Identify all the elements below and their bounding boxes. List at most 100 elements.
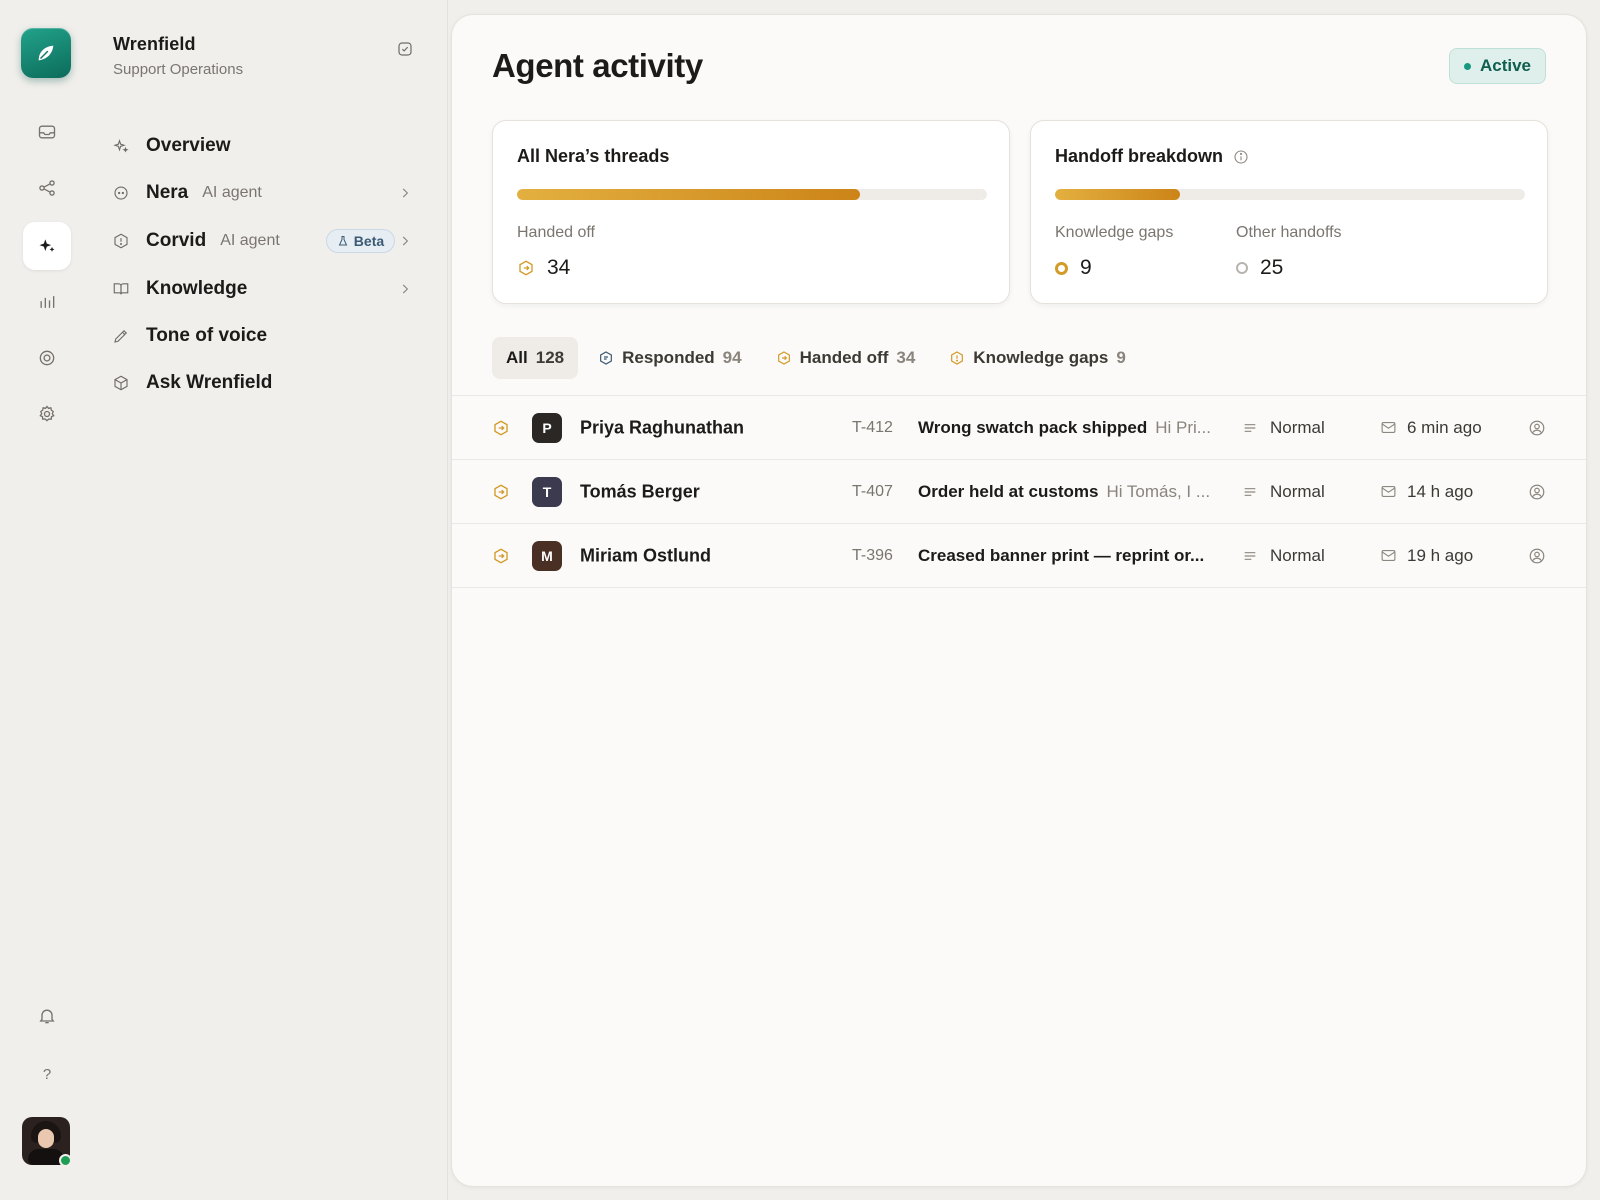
mail-icon	[1381, 485, 1396, 498]
knowledge-gaps-value: 9	[1080, 256, 1092, 279]
sidebar-item-knowledge[interactable]: Knowledge	[112, 274, 412, 304]
handoff-progress-fill	[1055, 189, 1180, 200]
threads-progress-bar	[517, 189, 987, 200]
tab-label: Knowledge gaps	[973, 348, 1109, 367]
checkbox-icon[interactable]	[396, 40, 414, 58]
ticket-subject: Wrong swatch pack shipped Hi Pri...	[918, 418, 1218, 438]
preview-text: Hi Tomás, I ...	[1106, 481, 1211, 501]
customer-name: Tomás Berger	[580, 481, 700, 501]
sidebar: Wrenfield Support Operations Overview Ne…	[94, 0, 448, 1200]
sidebar-item-ask-wrenfield[interactable]: Ask Wrenfield	[112, 368, 412, 398]
workspace-subtitle: Support Operations	[113, 61, 244, 78]
beta-label: Beta	[353, 233, 385, 249]
target-icon	[39, 350, 55, 366]
sidebar-item-tone-of-voice[interactable]: Tone of voice	[112, 321, 412, 351]
chevron-right-icon[interactable]	[398, 282, 412, 296]
help-icon: ?	[42, 1065, 52, 1083]
leaf-icon	[38, 45, 54, 61]
customer-avatar: M	[532, 540, 562, 571]
tab-label: Handed off	[799, 348, 889, 367]
other-handoffs-stat: 25	[1236, 256, 1283, 280]
mail-icon	[1381, 549, 1396, 562]
inbox-icon	[38, 125, 56, 139]
book-icon	[112, 280, 130, 298]
assignee-icon[interactable]	[1528, 419, 1546, 437]
filter-tabs: All 128 Responded 94 Handed off 34 Knowl…	[492, 337, 1146, 379]
tab-all[interactable]: All 128	[492, 337, 579, 379]
rail-inbox-button[interactable]	[23, 108, 71, 156]
sidebar-item-label: Overview	[146, 135, 231, 156]
handoff-progress-bar	[1055, 189, 1525, 200]
icon-rail: ?	[0, 0, 94, 1200]
rail-ai-button[interactable]	[23, 222, 71, 270]
status-label: Active	[1479, 56, 1531, 75]
preview-text: Hi Pri...	[1155, 417, 1211, 437]
assignee-icon[interactable]	[1528, 547, 1546, 565]
customer-avatar: P	[532, 412, 562, 443]
sidebar-item-nera[interactable]: Nera AI agent	[112, 178, 412, 208]
sidebar-item-overview[interactable]: Overview	[112, 131, 412, 161]
chevron-right-icon[interactable]	[398, 186, 412, 200]
other-handoffs-value: 25	[1260, 256, 1284, 279]
bot-icon	[112, 184, 130, 202]
tab-responded[interactable]: Responded 94	[584, 337, 755, 379]
subject-text: Creased banner print — reprint or...	[918, 545, 1205, 565]
handoff-breakdown-card[interactable]: Handoff breakdown Knowledge gaps 9 Other…	[1030, 120, 1548, 304]
handed-off-stat: 34	[517, 256, 570, 280]
sidebar-item-label: Nera	[146, 182, 189, 203]
user-avatar[interactable]	[22, 1117, 72, 1167]
tab-knowledge-gaps[interactable]: Knowledge gaps 9	[935, 337, 1140, 379]
shield-icon	[112, 232, 130, 250]
page-title: Agent activity	[492, 47, 703, 84]
handoff-hex-icon	[494, 419, 508, 436]
info-icon[interactable]	[1233, 149, 1249, 165]
cube-icon	[112, 374, 130, 392]
assignee-icon[interactable]	[1528, 483, 1546, 501]
threads-progress-fill	[517, 189, 861, 200]
sparkle-icon	[112, 137, 130, 155]
app-logo[interactable]	[21, 28, 71, 78]
chevron-right-icon[interactable]	[398, 234, 412, 248]
subject-text: Wrong swatch pack shipped	[918, 417, 1148, 437]
status-badge[interactable]: Active	[1448, 48, 1546, 84]
rail-goals-button[interactable]	[23, 334, 71, 382]
time-label: 19 h ago	[1407, 545, 1474, 565]
subject-text: Order held at customs	[918, 481, 1099, 501]
rail-help-button[interactable]: ?	[23, 1050, 71, 1098]
sidebar-item-sublabel: AI agent	[220, 232, 280, 249]
sidebar-item-corvid[interactable]: Corvid AI agent Beta	[112, 226, 412, 256]
handoff-hex-icon	[519, 260, 533, 276]
ticket-id: T-412	[852, 418, 893, 436]
rail-notifications-button[interactable]	[23, 992, 71, 1040]
table-row[interactable]: P Priya Raghunathan T-412 Wrong swatch p…	[452, 396, 1586, 460]
sidebar-item-sublabel: AI agent	[202, 184, 262, 201]
priority: Normal	[1242, 418, 1325, 438]
table-row[interactable]: T Tomás Berger T-407 Order held at custo…	[452, 460, 1586, 524]
flask-icon	[338, 236, 348, 246]
share-icon	[39, 180, 55, 196]
threads-card[interactable]: All Nera’s threads Handed off 34	[492, 120, 1010, 304]
responded-hex-icon	[600, 351, 613, 365]
workspace-name[interactable]: Wrenfield	[113, 34, 196, 55]
card-title: Handoff breakdown	[1055, 146, 1224, 166]
thread-list: P Priya Raghunathan T-412 Wrong swatch p…	[452, 395, 1586, 588]
ticket-id: T-396	[852, 546, 893, 564]
tab-count: 94	[722, 348, 742, 367]
rail-share-button[interactable]	[23, 164, 71, 212]
lines-icon	[1244, 487, 1256, 496]
sparkles-icon	[39, 239, 55, 252]
handoff-hex-icon	[777, 351, 790, 365]
rail-settings-button[interactable]	[23, 390, 71, 438]
time-label: 14 h ago	[1407, 481, 1474, 501]
tab-count: 128	[535, 348, 565, 367]
customer-avatar: T	[532, 476, 562, 507]
mail-icon	[1381, 421, 1396, 434]
chart-icon	[40, 296, 55, 308]
sidebar-item-label: Corvid	[146, 230, 207, 251]
rail-reports-button[interactable]	[23, 278, 71, 326]
tab-handed-off[interactable]: Handed off 34	[762, 337, 930, 379]
table-row[interactable]: M Miriam Ostlund T-396 Creased banner pr…	[452, 524, 1586, 588]
handoff-hex-icon	[494, 547, 508, 564]
tab-count: 34	[896, 348, 916, 367]
tab-label: All	[506, 348, 528, 367]
